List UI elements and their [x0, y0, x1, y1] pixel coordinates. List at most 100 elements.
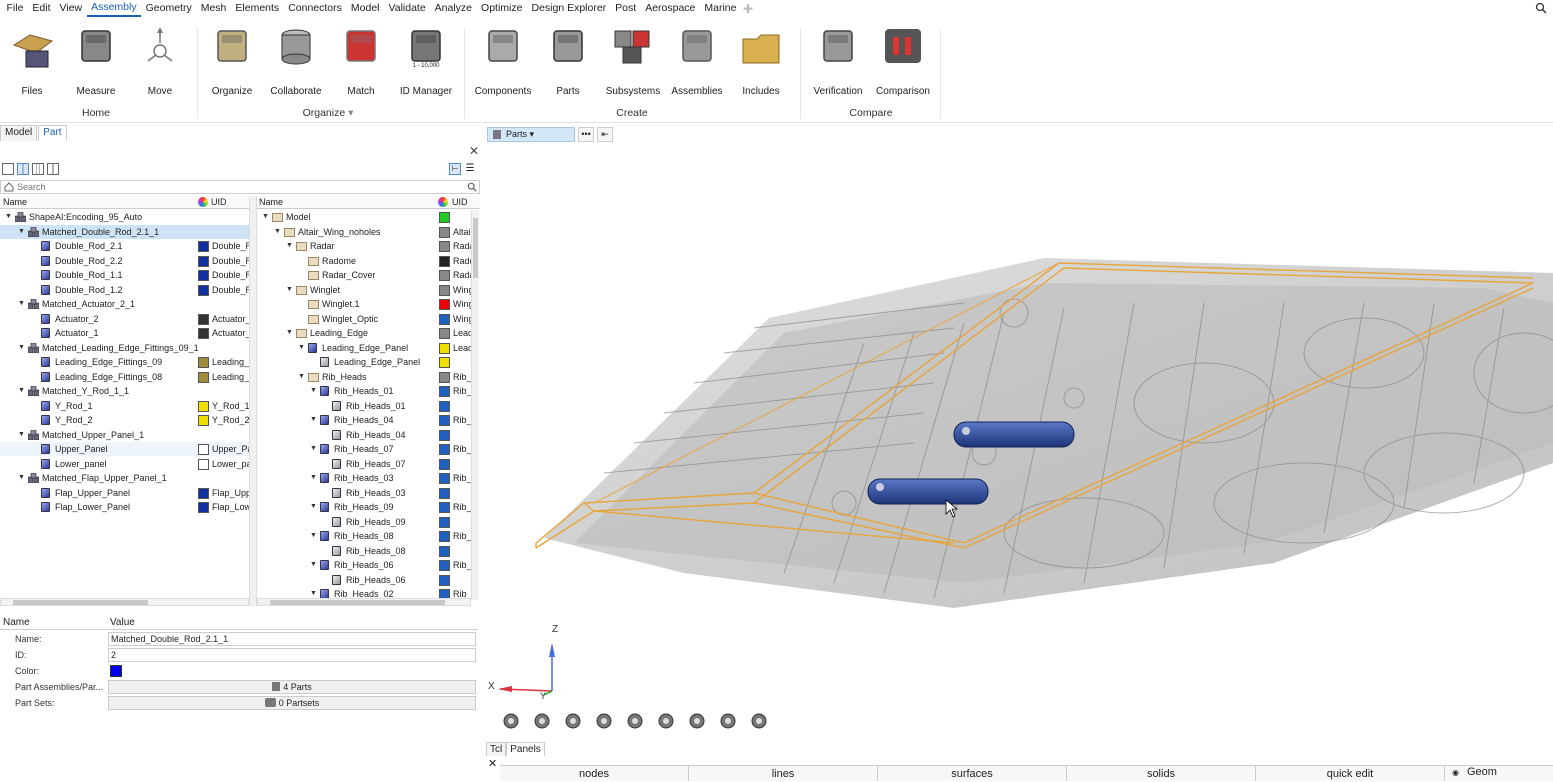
tree-row[interactable]: Radar_Cover Rada: [257, 268, 471, 282]
files-button[interactable]: Files: [2, 25, 62, 97]
tree-row[interactable]: ▼ Leading_Edge Lead: [257, 326, 471, 340]
color-swatch[interactable]: [439, 212, 450, 223]
color-swatch[interactable]: [439, 400, 450, 412]
components-button[interactable]: Components: [473, 25, 533, 97]
color-swatch[interactable]: [198, 313, 209, 325]
tree-row[interactable]: ▼ Rib_Heads_01 Rib_: [257, 384, 471, 398]
tree-row[interactable]: ▼ Rib_Heads_09 Rib_: [257, 500, 471, 514]
color-swatch[interactable]: [439, 284, 450, 296]
color-swatch[interactable]: [439, 473, 450, 484]
name-column-header[interactable]: Name: [259, 197, 283, 207]
comparison-button[interactable]: Comparison: [873, 25, 933, 97]
collapse-icon[interactable]: ⇤: [597, 126, 613, 142]
color-swatch[interactable]: [439, 516, 450, 528]
color-swatch[interactable]: [439, 241, 450, 252]
tree-row[interactable]: Winglet_Optic Wing: [257, 312, 471, 326]
name-column-header[interactable]: Name: [3, 197, 27, 207]
tree-row[interactable]: Double_Rod_2.1 Double_R: [0, 239, 249, 253]
tab-model[interactable]: Model: [0, 125, 38, 141]
graphics-viewport[interactable]: Z X Y: [484, 143, 1553, 738]
color-swatch[interactable]: [439, 313, 450, 325]
tree-row[interactable]: ▼ Rib_Heads_02 Rib_: [257, 587, 471, 598]
tab-panels[interactable]: Panels: [506, 742, 545, 756]
part-sets-button[interactable]: 0 Partsets: [108, 696, 476, 710]
menu-post[interactable]: Post: [611, 0, 641, 17]
right-tree-hscroll[interactable]: [257, 598, 471, 606]
color-swatch[interactable]: [439, 531, 450, 542]
expand-arrow-icon[interactable]: ▼: [310, 413, 317, 427]
tree-row[interactable]: Upper_Panel Upper_Pa: [0, 442, 249, 456]
lock-icon[interactable]: [748, 711, 770, 731]
menu-analyze[interactable]: Analyze: [430, 0, 476, 17]
includes-button[interactable]: Includes: [731, 25, 791, 97]
id-field[interactable]: 2: [108, 648, 476, 662]
menu-optimize[interactable]: Optimize: [477, 0, 527, 17]
tree-row[interactable]: Actuator_1 Actuator_: [0, 326, 249, 340]
expand-arrow-icon[interactable]: ▼: [286, 326, 293, 340]
parts-dropdown[interactable]: Parts ▾: [487, 126, 575, 142]
home-icon[interactable]: [4, 182, 14, 192]
menu-design-explorer[interactable]: Design Explorer: [527, 0, 611, 17]
uid-column-header[interactable]: UID: [452, 197, 468, 207]
color-swatch[interactable]: [439, 487, 450, 499]
uid-column-header[interactable]: UID: [211, 197, 227, 207]
tab-part[interactable]: Part: [38, 125, 67, 141]
expand-arrow-icon[interactable]: ▼: [310, 442, 317, 456]
color-swatch[interactable]: [198, 444, 209, 455]
tree-row[interactable]: ▼ Rib_Heads_08 Rib_: [257, 529, 471, 543]
right-tree-vscroll[interactable]: [471, 210, 479, 600]
color-swatch[interactable]: [198, 255, 209, 267]
search-icon[interactable]: [1535, 2, 1547, 14]
axis-triad-icon[interactable]: Z X Y: [488, 624, 558, 701]
tree-row[interactable]: Winglet.1 Wing: [257, 297, 471, 311]
panel-nodes[interactable]: nodes: [500, 766, 689, 781]
tree-row[interactable]: ▼ Rib_Heads_06 Rib_: [257, 558, 471, 572]
color-swatch[interactable]: [198, 270, 209, 281]
menu-assembly[interactable]: Assembly: [86, 0, 142, 17]
tree-row[interactable]: ▼ ShapeAI:Encoding_95_Auto: [0, 210, 249, 224]
menu-model[interactable]: Model: [346, 0, 384, 17]
expand-arrow-icon[interactable]: ▼: [5, 210, 12, 224]
tree-row[interactable]: ▼ Matched_Y_Rod_1_1: [0, 384, 249, 398]
color-swatch[interactable]: [439, 545, 450, 557]
menu-mesh[interactable]: Mesh: [196, 0, 231, 17]
tree-row[interactable]: ▼ Rib_Heads_03 Rib_: [257, 471, 471, 485]
measure-button[interactable]: Measure: [66, 25, 126, 97]
panel-quick-edit[interactable]: quick edit: [1256, 766, 1445, 781]
color-swatch[interactable]: [439, 357, 450, 368]
more-options-button[interactable]: •••: [578, 126, 594, 142]
tree-row[interactable]: ▼ Matched_Actuator_2_1: [0, 297, 249, 311]
subsystems-button[interactable]: Subsystems: [603, 25, 663, 97]
menu-aerospace[interactable]: Aerospace: [641, 0, 700, 17]
triple-pane-icon[interactable]: [32, 163, 44, 175]
expand-arrow-icon[interactable]: ▼: [286, 239, 293, 253]
tree-row[interactable]: ▼ Matched_Double_Rod_2.1_1: [0, 224, 249, 239]
color-swatch[interactable]: [439, 371, 450, 383]
split-pane-icon[interactable]: [47, 163, 59, 175]
menu-view[interactable]: View: [55, 0, 87, 17]
color-swatch[interactable]: [198, 328, 209, 339]
color-swatch[interactable]: [198, 357, 209, 368]
list-view-icon[interactable]: ☰: [464, 163, 476, 175]
menu-elements[interactable]: Elements: [231, 0, 284, 17]
color-swatch[interactable]: [439, 502, 450, 513]
expand-arrow-icon[interactable]: ▼: [310, 471, 317, 485]
match-button[interactable]: Match: [331, 25, 391, 97]
tree-row[interactable]: Radome Rado: [257, 254, 471, 268]
mask-icon[interactable]: [562, 711, 584, 731]
tree-row[interactable]: ▼ Radar Rada: [257, 239, 471, 253]
assemblies-button[interactable]: Assemblies: [667, 25, 727, 97]
tree-row[interactable]: Flap_Lower_Panel Flap_Low: [0, 500, 249, 514]
close-icon[interactable]: ✕: [488, 757, 497, 770]
expand-arrow-icon[interactable]: ▼: [18, 225, 25, 239]
expand-arrow-icon[interactable]: ▼: [310, 587, 317, 598]
color-swatch[interactable]: [439, 458, 450, 470]
tree-row[interactable]: Leading_Edge_Fittings_09 Leading_: [0, 355, 249, 369]
tree-row[interactable]: Rib_Heads_01: [257, 399, 471, 413]
organize-button[interactable]: Organize: [202, 25, 262, 97]
menu-marine[interactable]: Marine: [700, 0, 741, 17]
expand-arrow-icon[interactable]: ▼: [298, 370, 305, 384]
zoom-icon[interactable]: [686, 711, 708, 731]
visualization-icon[interactable]: [500, 711, 522, 731]
left-tree-hscroll[interactable]: [0, 598, 249, 606]
